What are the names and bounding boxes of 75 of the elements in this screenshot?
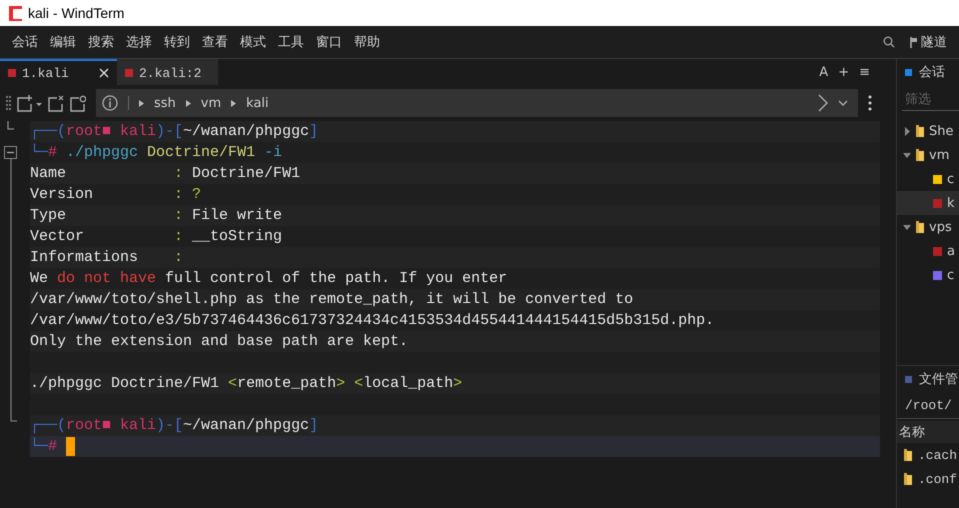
terminal-line: ./phpggc Doctrine/FW1 <remote_path> <local_path>: [30, 375, 462, 392]
caret-icon: [186, 100, 191, 106]
filter-field[interactable]: 筛选: [902, 89, 959, 111]
new-session-icon[interactable]: [17, 94, 42, 112]
terminal-line: └─# ./phpggc Doctrine/FW1 -i: [30, 144, 282, 161]
search-icon[interactable]: [883, 36, 895, 48]
drag-handle-icon[interactable]: [6, 94, 11, 112]
tree-item[interactable]: c: [897, 167, 959, 191]
tree-item[interactable]: vps: [897, 215, 959, 239]
info-icon[interactable]: [102, 95, 118, 111]
terminal-line: /var/www/toto/e3/5b737464436c61737324434c4153534d455441444154415d5b315d.php.: [30, 312, 714, 329]
close-icon[interactable]: [99, 68, 109, 78]
panel-title: 会话: [919, 64, 945, 81]
tree-item[interactable]: She: [897, 119, 959, 143]
breadcrumb-item[interactable]: ssh: [154, 96, 176, 110]
close-session-icon[interactable]: [48, 94, 64, 112]
menu-item[interactable]: 帮助: [348, 33, 386, 51]
tab-action[interactable]: ≡: [859, 64, 870, 80]
fold-toggle-icon[interactable]: [4, 146, 17, 159]
breadcrumb-item[interactable]: vm: [200, 96, 222, 110]
tab-action[interactable]: +: [838, 64, 850, 80]
column-header[interactable]: 名称: [897, 421, 959, 443]
more-icon[interactable]: [868, 95, 872, 111]
terminal-line: Vector : __toString: [30, 228, 282, 245]
path-field[interactable]: /root/: [897, 392, 959, 419]
menu-item[interactable]: 编辑: [44, 33, 82, 51]
terminal-line: Informations :: [30, 249, 184, 266]
folder-icon: [916, 125, 924, 137]
panel-marker-icon: [905, 376, 912, 382]
tab-action[interactable]: A: [819, 64, 828, 80]
breadcrumb-item[interactable]: kali: [246, 96, 269, 110]
tree-item[interactable]: vm: [897, 143, 959, 167]
window-title: kali - WindTerm: [28, 5, 124, 21]
terminal-line: We do not have full control of the path. If you enter: [30, 270, 508, 287]
menu-item[interactable]: 工具: [272, 33, 310, 51]
file-item[interactable]: .conf: [897, 467, 959, 491]
tree-item[interactable]: k: [897, 191, 959, 215]
expanded-caret-icon[interactable]: [903, 150, 911, 160]
menu-item[interactable]: 转到: [158, 33, 196, 51]
collapsed-caret-icon[interactable]: [903, 126, 911, 136]
folder-icon: [916, 149, 924, 161]
tunnel-button[interactable]: 隧道: [909, 33, 947, 51]
folder-icon: [904, 473, 912, 485]
menu-item[interactable]: 会话: [6, 33, 44, 51]
fold-end-icon: [7, 121, 15, 130]
terminal-line: ┌──(root■ kali)-[~/wanan/phpggc]: [30, 123, 318, 140]
caret-icon: [139, 100, 144, 106]
tree-item[interactable]: c: [897, 263, 959, 287]
menu-item[interactable]: 查看: [196, 33, 234, 51]
terminal-line: /var/www/toto/shell.php as the remote_path, it will be converted to: [30, 291, 634, 308]
menu-item[interactable]: 窗口: [310, 33, 348, 51]
menu-item[interactable]: 选择: [120, 33, 158, 51]
chevron-right-icon[interactable]: [818, 94, 828, 112]
expanded-caret-icon[interactable]: [903, 222, 911, 232]
terminal-line: ┌──(root■ kali)-[~/wanan/phpggc]: [30, 417, 318, 434]
folder-icon: [904, 449, 912, 461]
terminal-line: Version : ?: [30, 186, 202, 203]
tab[interactable]: 2.kali:2: [117, 59, 218, 85]
terminal-line: Type : File write: [30, 207, 282, 224]
terminal-line: Only the extension and base path are kept.: [30, 333, 408, 350]
panel-title: 文件管: [919, 371, 958, 388]
flag-icon: [909, 36, 918, 48]
tree-item[interactable]: a: [897, 239, 959, 263]
menu-item[interactable]: 搜索: [82, 33, 120, 51]
caret-icon: [231, 100, 236, 106]
terminal-line: Name : Doctrine/FW1: [30, 165, 300, 182]
menu-item[interactable]: 模式: [234, 33, 272, 51]
panel-marker-icon: [905, 68, 912, 76]
session-settings-icon[interactable]: [70, 94, 86, 112]
chevron-down-icon[interactable]: [838, 100, 848, 106]
app-logo-icon: [9, 6, 22, 20]
file-item[interactable]: .cach: [897, 443, 959, 467]
folder-icon: [916, 221, 924, 233]
address-bar[interactable]: ssh vm kali: [96, 89, 858, 117]
terminal-line: └─#: [30, 438, 58, 455]
